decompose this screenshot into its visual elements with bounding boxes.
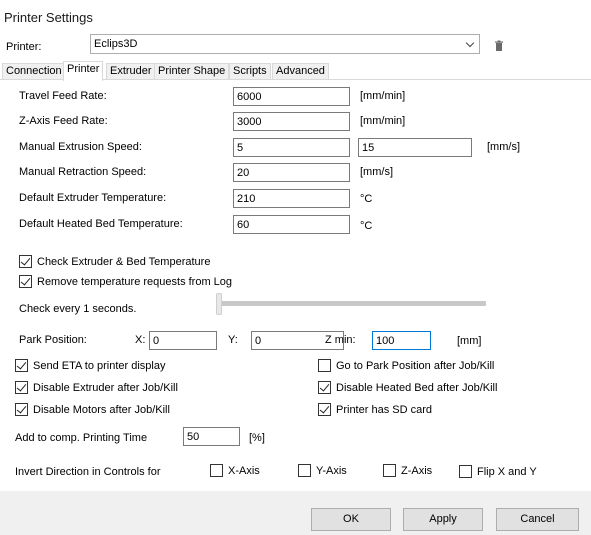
check-interval-slider-thumb[interactable] (216, 293, 222, 315)
extruder-temp-label: Default Extruder Temperature: (19, 192, 167, 204)
extruder-temp-input[interactable]: 210 (233, 189, 350, 208)
disable-bed-checkbox[interactable] (318, 381, 331, 394)
comp-time-label: Add to comp. Printing Time (15, 432, 148, 444)
bed-temp-unit: °C (360, 220, 373, 232)
printer-label: Printer: (6, 41, 42, 53)
window-title: Printer Settings (4, 10, 93, 25)
invert-x-checkbox[interactable] (210, 464, 223, 477)
disable-extruder-label: Disable Extruder after Job/Kill (33, 382, 178, 394)
tab-advanced[interactable]: Advanced (272, 63, 329, 80)
send-eta-checkbox[interactable] (15, 359, 28, 372)
check-interval-label: Check every 1 seconds. (19, 303, 137, 315)
tab-printer[interactable]: Printer (63, 61, 104, 81)
remove-temp-log-label: Remove temperature requests from Log (37, 276, 233, 288)
comp-time-unit: [%] (249, 432, 265, 444)
invert-direction-label: Invert Direction in Controls for (15, 466, 161, 478)
invert-y-label: Y-Axis (316, 465, 347, 477)
sd-card-checkbox[interactable] (318, 403, 331, 416)
travel-feed-unit: [mm/min] (360, 90, 406, 102)
printer-select-value: Eclips3D (94, 38, 138, 50)
zaxis-feed-input[interactable]: 3000 (233, 112, 350, 131)
sd-card-label: Printer has SD card (336, 404, 432, 416)
ok-button[interactable]: OK (311, 508, 391, 531)
manual-retraction-input[interactable]: 20 (233, 163, 350, 182)
manual-extrusion-input[interactable]: 5 (233, 138, 350, 157)
travel-feed-input[interactable]: 6000 (233, 87, 350, 106)
park-x-label: X: (135, 334, 146, 346)
flip-xy-label: Flip X and Y (477, 466, 537, 478)
tab-extruder[interactable]: Extruder (106, 63, 156, 80)
tab-connection[interactable]: Connection (2, 63, 66, 80)
disable-extruder-checkbox[interactable] (15, 381, 28, 394)
apply-button[interactable]: Apply (403, 508, 483, 531)
check-temp-checkbox[interactable] (19, 255, 32, 268)
check-interval-slider-track[interactable] (221, 301, 486, 306)
manual-retraction-label: Manual Retraction Speed: (19, 166, 147, 178)
travel-feed-label: Travel Feed Rate: (19, 90, 107, 102)
tab-printer-shape[interactable]: Printer Shape (154, 63, 230, 80)
manual-extrusion-label: Manual Extrusion Speed: (19, 141, 142, 153)
zaxis-feed-label: Z-Axis Feed Rate: (19, 115, 108, 127)
tab-strip: Connection Printer Extruder Printer Shap… (0, 61, 591, 81)
manual-extrusion-unit: [mm/s] (487, 141, 520, 153)
extruder-temp-unit: °C (360, 193, 373, 205)
cancel-button[interactable]: Cancel (496, 508, 579, 531)
park-unit: [mm] (457, 335, 482, 347)
invert-y-checkbox[interactable] (298, 464, 311, 477)
printer-select[interactable]: Eclips3D (90, 34, 480, 54)
disable-motors-checkbox[interactable] (15, 403, 28, 416)
manual-extrusion-max-input[interactable]: 15 (358, 138, 472, 157)
disable-motors-label: Disable Motors after Job/Kill (33, 404, 170, 416)
park-position-label: Park Position: (19, 334, 87, 346)
manual-retraction-unit: [mm/s] (360, 166, 393, 178)
tab-scripts[interactable]: Scripts (229, 63, 271, 80)
remove-temp-log-checkbox[interactable] (19, 275, 32, 288)
bed-temp-label: Default Heated Bed Temperature: (19, 218, 183, 230)
send-eta-label: Send ETA to printer display (33, 360, 166, 372)
button-bar: OK Apply Cancel (0, 491, 591, 535)
park-y-label: Y: (228, 334, 238, 346)
check-temp-label: Check Extruder & Bed Temperature (37, 256, 211, 268)
invert-z-checkbox[interactable] (383, 464, 396, 477)
comp-time-input[interactable]: 50 (183, 427, 240, 446)
goto-park-label: Go to Park Position after Job/Kill (336, 360, 495, 372)
bed-temp-input[interactable]: 60 (233, 215, 350, 234)
park-zmin-label: Z min: (325, 334, 356, 346)
flip-xy-checkbox[interactable] (459, 465, 472, 478)
park-zmin-input[interactable]: 100 (372, 331, 431, 350)
chevron-down-icon (465, 38, 475, 48)
goto-park-checkbox[interactable] (318, 359, 331, 372)
invert-z-label: Z-Axis (401, 465, 433, 477)
invert-x-label: X-Axis (228, 465, 260, 477)
zaxis-feed-unit: [mm/min] (360, 115, 406, 127)
disable-bed-label: Disable Heated Bed after Job/Kill (336, 382, 498, 394)
trash-icon[interactable] (493, 40, 505, 52)
park-x-input[interactable]: 0 (149, 331, 217, 350)
